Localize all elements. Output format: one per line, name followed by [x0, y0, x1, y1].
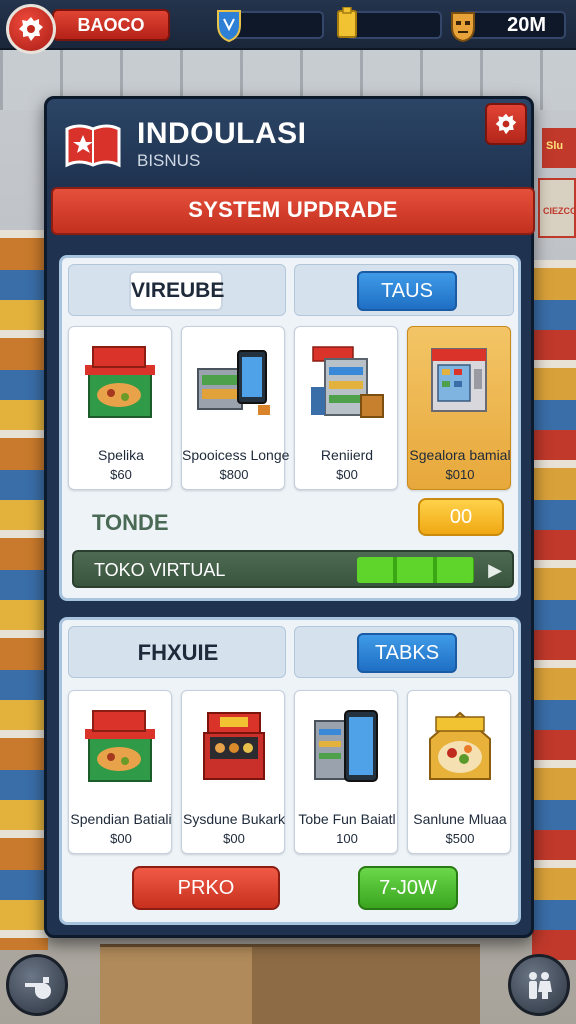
- section-store-upgrades: VIREUBE TAUS Spelika $60 Spooicess Longe…: [59, 255, 521, 601]
- item-card[interactable]: Spooicess Longe $800: [181, 326, 290, 490]
- item-price: $60: [110, 467, 132, 482]
- item-price: $00: [110, 831, 132, 846]
- red-action-button[interactable]: PRKO: [132, 866, 280, 910]
- item-price: $500: [445, 831, 475, 846]
- stat-label: TONDE: [92, 510, 169, 535]
- family-icon: [529, 972, 552, 999]
- right-store-shelf: [532, 260, 576, 960]
- family-button[interactable]: [508, 954, 570, 1016]
- settings-gear-button[interactable]: [6, 4, 56, 54]
- panel-subtitle: BISNUS: [137, 151, 201, 170]
- virtual-store-progress: TOKO VIRTUAL ▶: [72, 550, 514, 588]
- item-name: Sgealora bamial: [409, 447, 511, 463]
- panel-title: INDOULASI: [137, 117, 307, 150]
- floor-boxes: [100, 944, 480, 1024]
- item-name: Tobe Fun Baiatl: [298, 811, 396, 827]
- item-price: $010: [445, 467, 475, 482]
- tab-left-1-label: VIREUBE: [129, 271, 224, 311]
- tab-left-1[interactable]: VIREUBE: [68, 264, 286, 316]
- gear-icon: [19, 17, 43, 41]
- item-card-selected[interactable]: Sgealora bamial $010: [407, 326, 511, 490]
- section-products: FHXUIE TABKS Spendian Batiali $00 Sysdun…: [59, 617, 521, 925]
- item-card[interactable]: Reniierd $00: [294, 326, 398, 490]
- item-price: $00: [336, 467, 358, 482]
- player-name[interactable]: BAOCO: [52, 9, 170, 41]
- green-action-button[interactable]: 7-J0W: [358, 866, 458, 910]
- whistle-button[interactable]: [6, 954, 68, 1016]
- business-panel: INDOULASI BISNUS SYSTEM UPDRADE VIREUBE …: [44, 96, 535, 938]
- item-card[interactable]: Spelika $60: [68, 326, 172, 490]
- panel-settings-button[interactable]: [485, 103, 527, 145]
- snack-counter-icon: [203, 712, 265, 780]
- item-name: Sanlune Mluaa: [413, 811, 507, 827]
- item-name: Spelika: [98, 447, 144, 463]
- progress-label: TOKO VIRTUAL: [94, 560, 226, 580]
- food-stall-icon: [85, 346, 155, 418]
- tab-right-2-button[interactable]: TABKS: [357, 633, 457, 673]
- item-name: Spooicess Longe: [182, 447, 290, 463]
- item-price: $800: [219, 467, 249, 482]
- phone-display-icon: [197, 350, 270, 415]
- item-name: Spendian Batiali: [70, 811, 172, 827]
- phone-shelf-icon: [314, 710, 378, 782]
- item-card[interactable]: Tobe Fun Baiatl 100: [294, 690, 398, 854]
- item-name: Sysdune Bukark: [183, 811, 285, 827]
- item-cards-row-2: Spendian Batiali $00 Sysdune Bukark $00: [68, 690, 514, 854]
- tab-left-2[interactable]: FHXUIE: [68, 626, 286, 678]
- play-arrow-icon[interactable]: ▶: [488, 560, 502, 581]
- shop-shelf-icon: [311, 346, 384, 418]
- left-store-shelf: [0, 230, 48, 950]
- store-sign-2: CIEZCO: [538, 178, 576, 238]
- item-card[interactable]: Spendian Batiali $00: [68, 690, 172, 854]
- mask-icon: [451, 12, 475, 43]
- tab-right-1-button[interactable]: TAUS: [357, 271, 457, 311]
- item-price: 100: [336, 831, 358, 846]
- tab-left-2-label: FHXUIE: [137, 640, 219, 665]
- item-name: Reniierd: [320, 447, 374, 463]
- tab-right-2[interactable]: TABKS: [294, 626, 514, 678]
- trophy-icon: [337, 7, 357, 38]
- vending-machine-icon: [431, 348, 487, 412]
- item-card[interactable]: Sysdune Bukark $00: [181, 690, 285, 854]
- item-card[interactable]: Sanlune Mluaa $500: [407, 690, 511, 854]
- stat-button[interactable]: 00: [418, 498, 504, 536]
- shield-icon: [217, 10, 241, 43]
- panel-header: INDOULASI BISNUS: [47, 99, 531, 185]
- store-sign: Slu: [542, 128, 576, 168]
- book-logo-icon: [65, 124, 121, 168]
- system-update-banner: SYSTEM UPDRADE: [51, 187, 535, 235]
- item-price: $00: [223, 831, 245, 846]
- top-hud: BAOCO 20M: [0, 0, 576, 50]
- food-stall-icon: [85, 710, 155, 782]
- item-cards-row-1: Spelika $60 Spooicess Longe $800 Reniier…: [68, 326, 514, 490]
- tab-right-1[interactable]: TAUS: [294, 264, 514, 316]
- gear-icon: [495, 113, 517, 135]
- whistle-icon: [25, 977, 51, 999]
- progress-fill: [357, 557, 474, 583]
- food-kiosk-icon: [429, 711, 491, 780]
